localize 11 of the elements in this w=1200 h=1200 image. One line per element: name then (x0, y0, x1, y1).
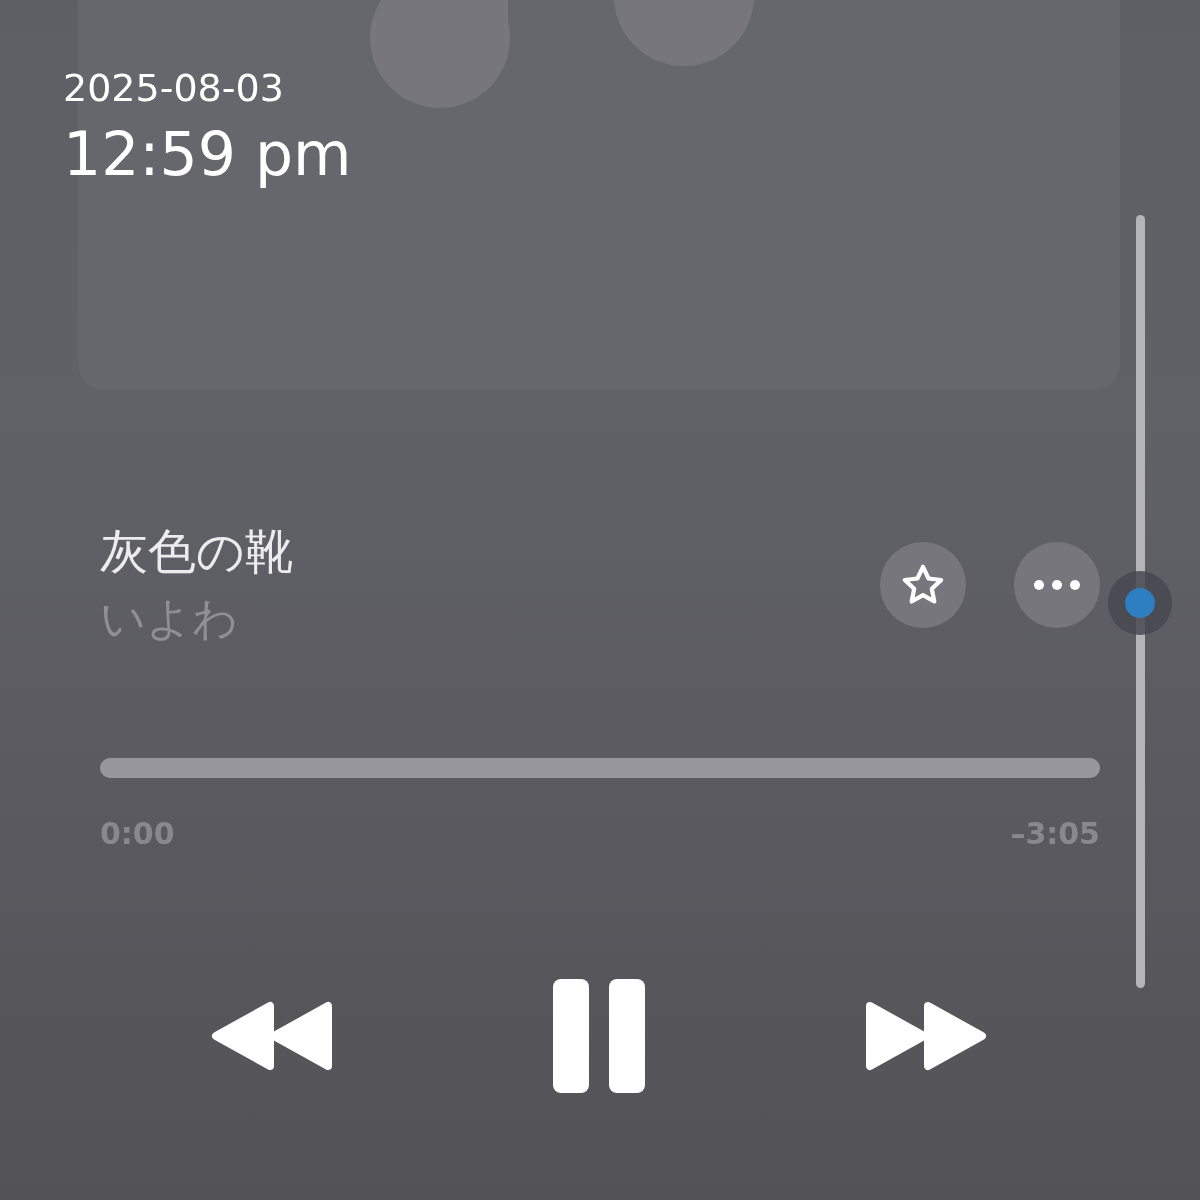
fast-forward-icon (864, 1001, 988, 1071)
song-title: 灰色の靴 (100, 522, 294, 581)
pause-button[interactable] (553, 979, 645, 1093)
time-label: 12:59 pm (63, 118, 352, 191)
rewind-icon (210, 1001, 334, 1071)
rewind-button[interactable] (210, 1001, 334, 1071)
more-icon (1033, 579, 1081, 591)
pause-icon (553, 979, 645, 1093)
date-label: 2025-08-03 (63, 65, 285, 112)
progress-track[interactable] (100, 758, 1100, 778)
forward-button[interactable] (864, 1001, 988, 1071)
